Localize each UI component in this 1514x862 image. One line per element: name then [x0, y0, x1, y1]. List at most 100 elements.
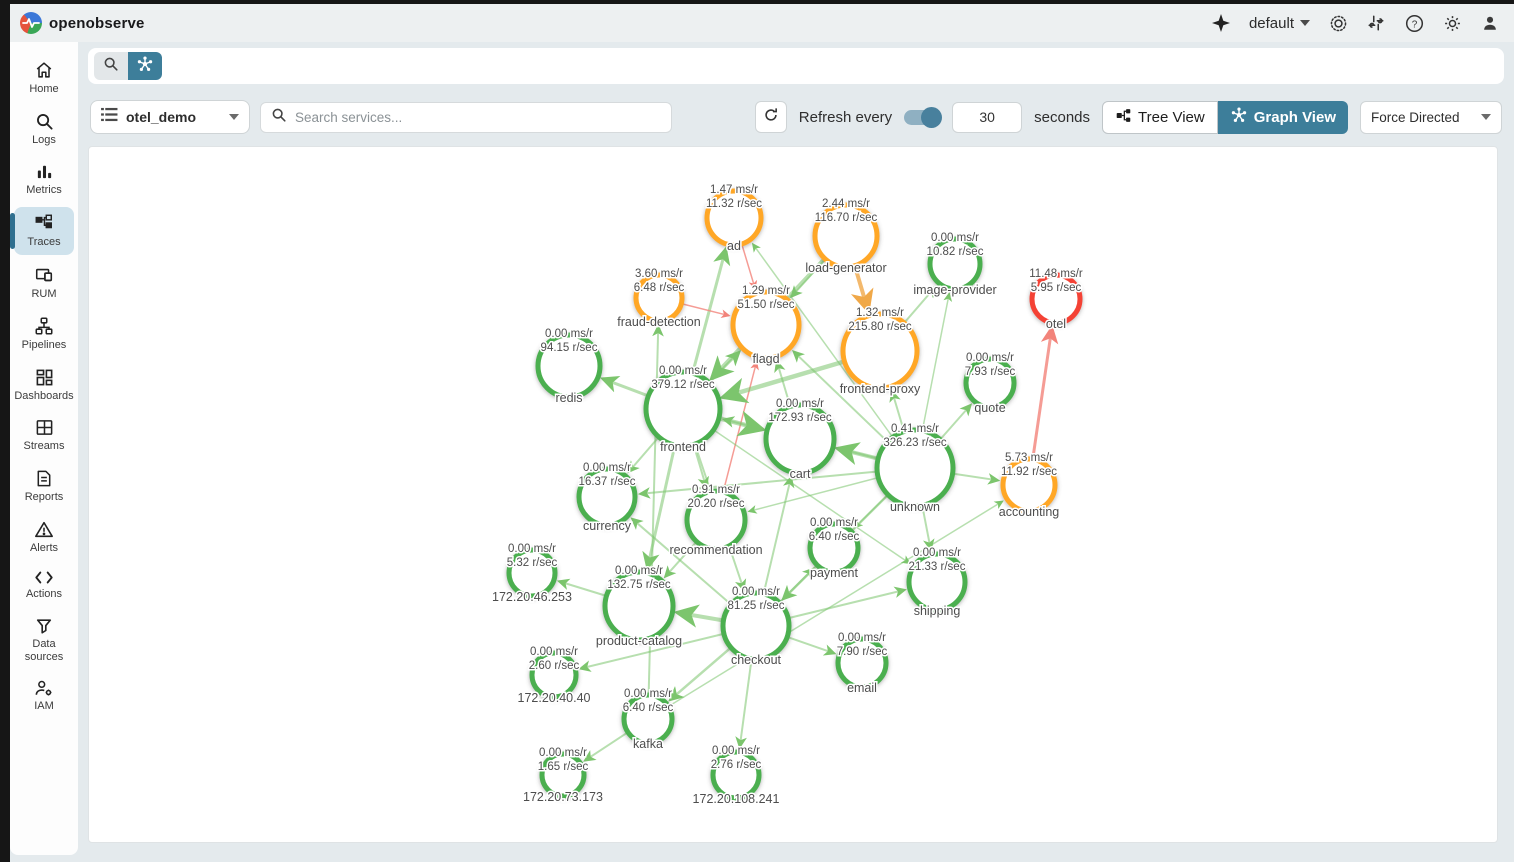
theme-sun-icon[interactable] — [1328, 13, 1348, 33]
node-latency-image-provider: 0.00 ms/r — [931, 232, 979, 244]
node-label-load-generator: load-generator — [805, 261, 886, 275]
node-rate-email: 7.90 r/sec — [837, 646, 888, 658]
sidebar-item-label: Data sources — [16, 638, 72, 663]
node-latency-flagd: 1.29 ms/r — [742, 285, 790, 297]
node-rate-otel: 5.95 r/sec — [1031, 282, 1082, 294]
sidebar-item-logs[interactable]: Logs — [14, 106, 74, 153]
slack-icon[interactable] — [1366, 13, 1386, 33]
sidebar-item-datasources[interactable]: Data sources — [14, 611, 74, 669]
node-label-kafka: kafka — [633, 737, 663, 751]
tab-service-map[interactable] — [128, 52, 162, 80]
brand: openobserve — [20, 12, 145, 34]
node-latency-redis: 0.00 ms/r — [545, 328, 593, 340]
sidebar-item-label: RUM — [31, 288, 56, 301]
list-icon — [101, 107, 118, 127]
logs-search-icon — [35, 112, 54, 131]
search-services-input[interactable] — [295, 110, 661, 125]
layout-select[interactable]: Force Directed — [1360, 101, 1502, 134]
sidebar-item-metrics[interactable]: Metrics — [14, 156, 74, 203]
sidebar-item-label: Home — [29, 83, 58, 96]
node-rate-image-provider: 10.82 r/sec — [927, 246, 984, 258]
sidebar-item-alerts[interactable]: Alerts — [14, 514, 74, 561]
sidebar-item-iam[interactable]: IAM — [14, 673, 74, 719]
graph-edge-fraud-detection-to-flagd — [683, 304, 729, 316]
sidebar-item-label: IAM — [34, 700, 54, 713]
sidebar-item-label: Logs — [32, 134, 56, 147]
node-latency-ad: 1.47 ms/r — [710, 184, 758, 196]
refresh-icon — [763, 107, 779, 128]
graph-edge-unknown-to-accounting — [955, 474, 999, 481]
sidebar-item-traces[interactable]: Traces — [14, 207, 74, 255]
sparkle-icon[interactable] — [1211, 13, 1231, 33]
sidebar-item-reports[interactable]: Reports — [14, 463, 74, 510]
node-label-172.20.73.173: 172.20.73.173 — [523, 790, 603, 804]
node-label-quote: quote — [974, 401, 1005, 415]
user-icon[interactable] — [1480, 13, 1500, 33]
node-latency-cart: 0.00 ms/r — [776, 398, 824, 410]
node-label-currency: currency — [583, 519, 632, 533]
tree-view-label: Tree View — [1138, 109, 1205, 126]
tree-view-icon — [1115, 107, 1132, 128]
sidebar-item-label: Pipelines — [22, 339, 67, 352]
sidebar-item-rum[interactable]: RUM — [14, 259, 74, 307]
stream-select[interactable]: otel_demo — [90, 100, 250, 134]
tab-search[interactable] — [94, 52, 128, 80]
help-icon[interactable]: ? — [1404, 13, 1424, 33]
graph-edge-checkout-to-email — [789, 638, 835, 654]
node-latency-172.20.46.253: 0.00 ms/r — [508, 543, 556, 555]
service-graph: 1.47 ms/r11.32 r/secad2.44 ms/r116.70 r/… — [89, 147, 1498, 843]
brand-name: openobserve — [49, 15, 145, 32]
refresh-button[interactable] — [755, 101, 787, 133]
sidebar-item-home[interactable]: Home — [14, 54, 74, 102]
datasources-icon — [35, 617, 53, 635]
sidebar-item-actions[interactable]: Actions — [14, 564, 74, 607]
refresh-toggle[interactable] — [904, 110, 940, 125]
metrics-icon — [35, 162, 54, 181]
node-label-fraud-detection: fraud-detection — [617, 315, 700, 329]
node-rate-currency: 16.37 r/sec — [579, 476, 636, 488]
node-label-unknown: unknown — [890, 500, 940, 514]
node-label-accounting: accounting — [999, 505, 1060, 519]
node-label-flagd: flagd — [752, 352, 779, 366]
node-latency-172.20.73.173: 0.00 ms/r — [539, 747, 587, 759]
node-latency-payment: 0.00 ms/r — [810, 517, 858, 529]
sidebar-item-pipelines[interactable]: Pipelines — [14, 310, 74, 358]
service-graph-panel: 1.47 ms/r11.32 r/secad2.44 ms/r116.70 r/… — [88, 146, 1498, 843]
app-window: openobserve default ? Home Logs Metrics Tra… — [10, 4, 1514, 862]
refresh-interval-input[interactable] — [952, 102, 1022, 133]
sidebar-item-label: Traces — [27, 236, 60, 249]
service-map-icon — [136, 55, 154, 78]
node-label-payment: payment — [810, 566, 858, 580]
node-latency-172.20.40.40: 0.00 ms/r — [530, 646, 578, 658]
rum-icon — [34, 265, 54, 285]
node-rate-fraud-detection: 6.48 r/sec — [634, 282, 685, 294]
graph-view-button[interactable]: Graph View — [1218, 101, 1348, 134]
node-rate-172.20.40.40: 2.60 r/sec — [529, 660, 580, 672]
search-services-box — [260, 102, 672, 133]
sidebar-item-dashboards[interactable]: Dashboards — [14, 362, 74, 409]
node-latency-unknown: 0.41 ms/r — [891, 423, 939, 435]
node-rate-172.20.108.241: 2.76 r/sec — [711, 759, 762, 771]
node-label-172.20.40.40: 172.20.40.40 — [518, 691, 591, 705]
node-rate-ad: 11.32 r/sec — [706, 198, 762, 210]
node-rate-accounting: 11.92 r/sec — [1001, 466, 1057, 478]
traces-icon — [34, 213, 54, 233]
dashboards-icon — [35, 368, 54, 387]
node-label-172.20.46.253: 172.20.46.253 — [492, 590, 572, 604]
org-select[interactable]: default — [1249, 15, 1310, 32]
gear-icon[interactable] — [1442, 13, 1462, 33]
graph-edge-unknown-to-payment — [855, 496, 887, 528]
search-icon — [103, 56, 119, 77]
node-label-image-provider: image-provider — [913, 283, 996, 297]
node-label-172.20.108.241: 172.20.108.241 — [693, 792, 780, 806]
graph-edge-unknown-to-currency — [640, 472, 875, 494]
node-label-frontend: frontend — [660, 440, 706, 454]
sidebar-item-streams[interactable]: Streams — [14, 412, 74, 459]
graph-edge-checkout-to-cart — [764, 477, 791, 592]
node-latency-quote: 0.00 ms/r — [966, 352, 1014, 364]
tree-view-button[interactable]: Tree View — [1102, 101, 1218, 134]
node-rate-flagd: 51.50 r/sec — [738, 299, 795, 311]
node-rate-redis: 94.15 r/sec — [541, 342, 598, 354]
node-rate-frontend-proxy: 215.80 r/sec — [848, 321, 912, 333]
graph-view-icon — [1230, 106, 1248, 128]
